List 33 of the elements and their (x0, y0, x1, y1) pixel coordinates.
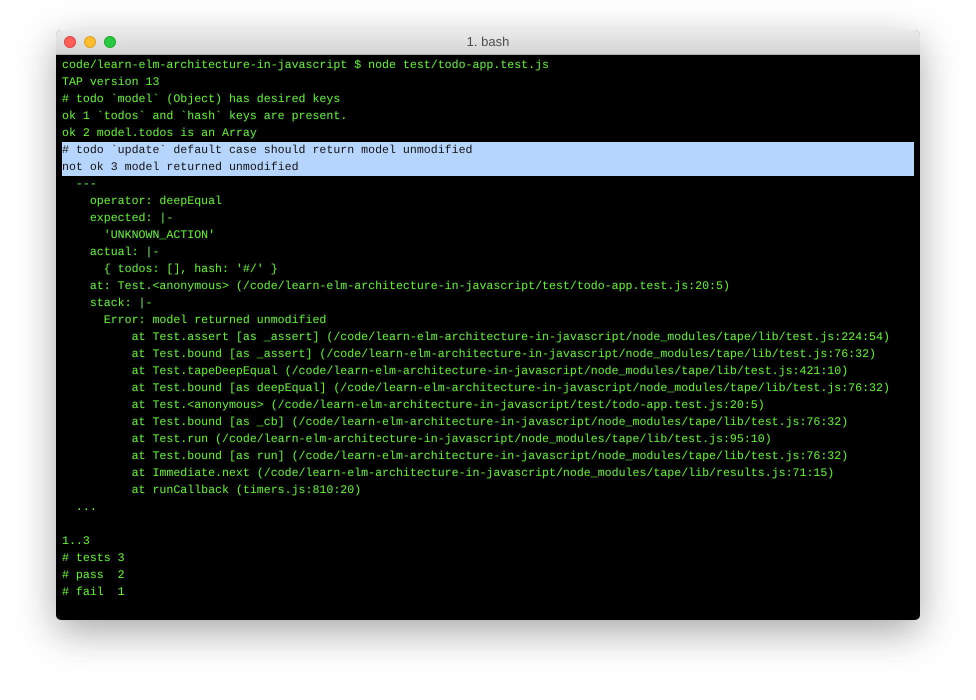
terminal-line: code/learn-elm-architecture-in-javascript $ node test/todo-app.test.js (62, 58, 550, 74)
terminal-line: # pass 2 (62, 568, 126, 584)
maximize-icon[interactable] (104, 36, 116, 48)
terminal-line: stack: |- (88, 296, 154, 312)
terminal-line: at runCallback (timers.js:810:20) (130, 483, 362, 499)
terminal-line: at Test.bound [as _cb] (/code/learn-elm-architecture-in-javascript/node_modules/tape/lib/test.js:76:32) (130, 415, 850, 431)
terminal-line: at Test.assert [as _assert] (/code/learn-elm-architecture-in-javascript/node_modules/tape/lib/test.js:224:54) (130, 330, 891, 346)
terminal-line: # todo `model` (Object) has desired keys (62, 92, 342, 108)
terminal-line: TAP version 13 (62, 75, 160, 91)
terminal-line: # fail 1 (62, 585, 126, 601)
terminal-line: Error: model returned unmodified (102, 313, 328, 329)
terminal-line: ... (74, 500, 98, 516)
terminal-line: at Immediate.next (/code/learn-elm-architecture-in-javascript/node_modules/tape/lib/results.js:71:15) (130, 466, 836, 482)
terminal-line: 'UNKNOWN_ACTION' (102, 228, 216, 244)
terminal-line: at Test.tapeDeepEqual (/code/learn-elm-architecture-in-javascript/node_modules/tape/lib/test.js:421:10) (130, 364, 850, 380)
terminal-line: at Test.<anonymous> (/code/learn-elm-architecture-in-javascript/test/todo-app.test.js:20:5) (130, 398, 766, 414)
terminal-line: --- (74, 177, 98, 193)
terminal-line: ok 1 `todos` and `hash` keys are present. (62, 109, 348, 125)
terminal-line: at Test.bound [as run] (/code/learn-elm-architecture-in-javascript/node_modules/tape/lib/test.js:76:32) (130, 449, 850, 465)
window-title: 1. bash (466, 33, 510, 52)
terminal-line: { todos: [], hash: '#/' } (102, 262, 279, 278)
terminal-line: # tests 3 (62, 551, 126, 567)
terminal-line: actual: |- (88, 245, 160, 261)
terminal-line: 1..3 (62, 534, 91, 550)
terminal-line: expected: |- (88, 211, 174, 227)
terminal-line: operator: deepEqual (88, 194, 224, 210)
terminal-line: at Test.bound [as deepEqual] (/code/learn-elm-architecture-in-javascript/node_modules/tape/lib/test.js:76:32) (130, 381, 891, 397)
minimize-icon[interactable] (84, 36, 96, 48)
terminal-line: ok 2 model.todos is an Array (62, 126, 258, 142)
terminal-line: at Test.run (/code/learn-elm-architecture-in-javascript/node_modules/tape/lib/test.js:95:10) (130, 432, 773, 448)
terminal-line: at Test.bound [as _assert] (/code/learn-elm-architecture-in-javascript/node_modules/tape/lib/test.js:76:32) (130, 347, 878, 363)
terminal-line: at: Test.<anonymous> (/code/learn-elm-architecture-in-javascript/test/todo-app.test.js:20:5) (88, 279, 731, 295)
close-icon[interactable] (64, 36, 76, 48)
